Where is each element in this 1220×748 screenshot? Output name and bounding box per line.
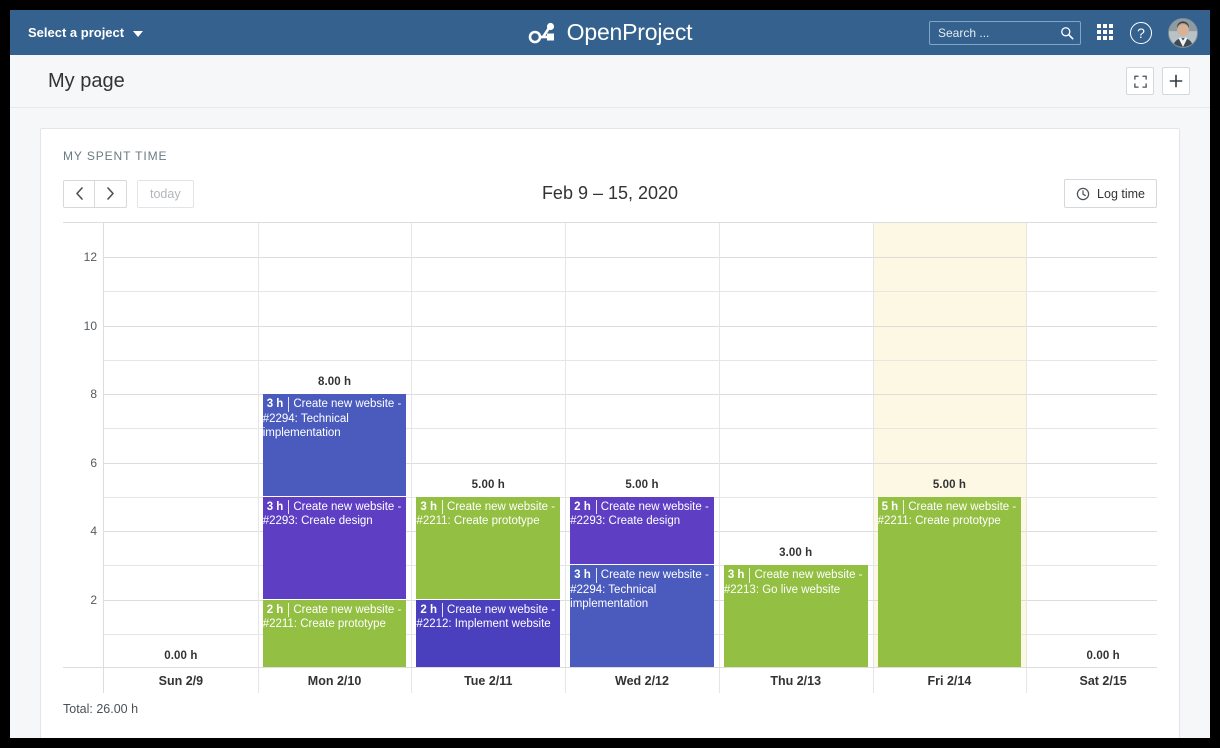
- day-header-label[interactable]: Sat 2/15: [1026, 668, 1180, 694]
- clock-icon: [1076, 187, 1090, 201]
- fullscreen-icon: [1133, 74, 1148, 89]
- day-total-label: 3.00 h: [719, 547, 873, 559]
- day-column: 3 hCreate new website - #2294: Technical…: [258, 223, 412, 667]
- time-entry-event[interactable]: 2 hCreate new website - #2212: Implement…: [416, 600, 560, 667]
- day-header-label[interactable]: Tue 2/11: [411, 668, 565, 694]
- x-axis-inner: Sun 2/9Mon 2/10Tue 2/11Wed 2/12Thu 2/13F…: [103, 668, 1157, 693]
- page-header-actions: [1126, 67, 1190, 95]
- day-total-label: 8.00 h: [258, 376, 412, 388]
- x-axis-day-labels: Sun 2/9Mon 2/10Tue 2/11Wed 2/12Thu 2/13F…: [63, 667, 1157, 693]
- day-header-label[interactable]: Fri 2/14: [873, 668, 1027, 694]
- day-total-label: 0.00 h: [104, 650, 258, 662]
- time-entry-event[interactable]: 2 hCreate new website - #2293: Create de…: [570, 497, 714, 564]
- y-axis-tick-label: 6: [90, 456, 97, 470]
- modules-grid-icon[interactable]: [1097, 24, 1114, 41]
- time-entry-event[interactable]: 5 hCreate new website - #2211: Create pr…: [878, 497, 1022, 667]
- time-entry-event[interactable]: 3 hCreate new website - #2213: Go live w…: [724, 565, 868, 667]
- add-widget-button[interactable]: [1162, 67, 1190, 95]
- help-icon-glyph: ?: [1137, 25, 1145, 41]
- day-header-label[interactable]: Wed 2/12: [565, 668, 719, 694]
- page-content: MY SPENT TIME today Feb 9 – 15,: [10, 108, 1210, 738]
- day-column: 2 hCreate new website - #2293: Create de…: [565, 223, 719, 667]
- day-column: 0.00 h: [104, 223, 258, 667]
- y-axis-tick-label: 12: [84, 250, 97, 264]
- plus-icon: [1168, 73, 1184, 89]
- calendar-toolbar: today Feb 9 – 15, 2020 Log time: [41, 163, 1179, 222]
- openproject-logo[interactable]: OpenProject: [528, 19, 693, 46]
- chevron-left-icon: [75, 187, 84, 200]
- day-header-label[interactable]: Sun 2/9: [104, 668, 258, 694]
- y-axis-tick-label: 8: [90, 387, 97, 401]
- time-entry-hours: 2 h: [570, 500, 597, 515]
- y-axis-tick-label: 2: [90, 593, 97, 607]
- top-bar-actions: ?: [929, 10, 1198, 55]
- chart-plot-area: 0.00 h 3 hCreate new website - #2294: Tec…: [103, 223, 1157, 667]
- project-selector-label: Select a project: [28, 25, 124, 40]
- project-selector[interactable]: Select a project: [10, 25, 143, 40]
- day-total-label: 5.00 h: [565, 479, 719, 491]
- time-entry-event[interactable]: 2 hCreate new website - #2211: Create pr…: [263, 600, 407, 667]
- today-button[interactable]: today: [137, 180, 194, 208]
- app-window: Select a project OpenProject: [10, 10, 1210, 738]
- day-column: 0.00 h: [1026, 223, 1157, 667]
- time-entry-event[interactable]: 3 hCreate new website - #2294: Technical…: [570, 565, 714, 667]
- day-column: 5 hCreate new website - #2211: Create pr…: [873, 223, 1027, 667]
- day-header-label[interactable]: Thu 2/13: [719, 668, 873, 694]
- user-avatar[interactable]: [1168, 18, 1198, 48]
- day-column: 3 hCreate new website - #2213: Go live w…: [719, 223, 873, 667]
- widget-title: MY SPENT TIME: [41, 149, 1179, 163]
- y-axis-tick-label: 10: [84, 319, 97, 333]
- time-entry-hours: 3 h: [263, 397, 290, 412]
- day-total-label: 5.00 h: [873, 479, 1027, 491]
- calendar-date-range: Feb 9 – 15, 2020: [41, 183, 1179, 204]
- page-header: My page: [10, 55, 1210, 108]
- time-entry-hours: 2 h: [263, 603, 290, 618]
- day-column: 3 hCreate new website - #2211: Create pr…: [411, 223, 565, 667]
- time-entry-event[interactable]: 3 hCreate new website - #2211: Create pr…: [416, 497, 560, 599]
- global-search[interactable]: [929, 21, 1081, 45]
- log-time-label: Log time: [1097, 187, 1145, 201]
- my-spent-time-widget: MY SPENT TIME today Feb 9 – 15,: [40, 128, 1180, 738]
- help-icon[interactable]: ?: [1130, 22, 1152, 44]
- time-entry-hours: 3 h: [416, 500, 443, 515]
- y-axis: 2 4 6 8 10 12: [63, 223, 103, 667]
- time-entry-hours: 2 h: [416, 603, 443, 618]
- spent-time-total: Total: 26.00 h: [41, 693, 1179, 716]
- previous-week-button[interactable]: [63, 180, 95, 208]
- time-entry-hours: 3 h: [570, 568, 597, 583]
- time-entry-event[interactable]: 3 hCreate new website - #2293: Create de…: [263, 497, 407, 599]
- time-entry-hours: 3 h: [724, 568, 751, 583]
- search-icon[interactable]: [1060, 26, 1074, 40]
- logo-text: OpenProject: [567, 19, 693, 46]
- top-navigation-bar: Select a project OpenProject: [10, 10, 1210, 55]
- time-entry-event[interactable]: 3 hCreate new website - #2294: Technical…: [263, 394, 407, 496]
- search-input[interactable]: [930, 22, 1080, 44]
- calendar-nav-group: [63, 180, 127, 208]
- chevron-right-icon: [106, 187, 115, 200]
- log-time-button[interactable]: Log time: [1064, 179, 1157, 208]
- day-header-label[interactable]: Mon 2/10: [258, 668, 412, 694]
- fullscreen-button[interactable]: [1126, 67, 1154, 95]
- spent-time-chart: 2 4 6 8 10 12 0.00 h 3 hCreate new website - #…: [63, 222, 1157, 667]
- avatar-image: [1169, 19, 1197, 47]
- day-total-label: 0.00 h: [1026, 650, 1157, 662]
- day-total-label: 5.00 h: [411, 479, 565, 491]
- y-axis-tick-label: 4: [90, 524, 97, 538]
- openproject-mark-icon: [528, 21, 558, 45]
- chevron-down-icon: [133, 31, 143, 37]
- time-entry-hours: 3 h: [263, 500, 290, 515]
- page-title: My page: [48, 70, 125, 93]
- time-entry-hours: 5 h: [878, 500, 905, 515]
- next-week-button[interactable]: [95, 180, 127, 208]
